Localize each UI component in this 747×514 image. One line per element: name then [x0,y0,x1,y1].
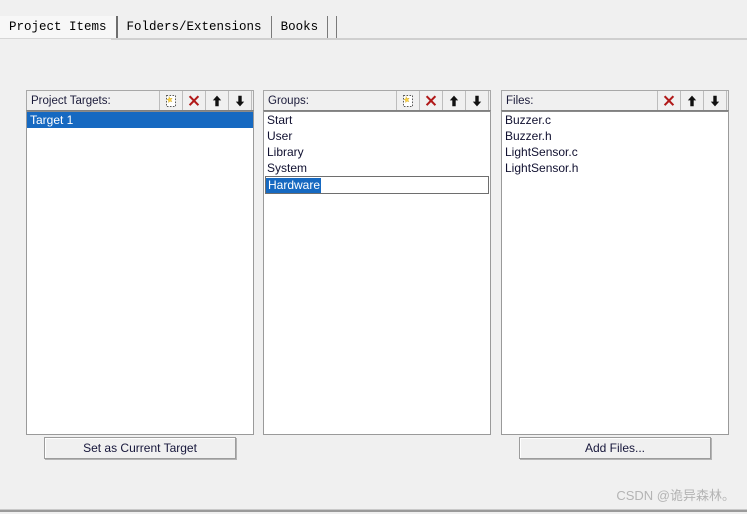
arrow-down-icon[interactable] [465,91,489,110]
list-item-label: LightSensor.h [505,161,579,175]
arrow-up-icon[interactable] [442,91,466,110]
tab-project-items[interactable]: Project Items [0,16,118,38]
project-targets-header: Project Targets: [26,90,254,110]
list-item-label: System [267,161,308,175]
list-item-label: LightSensor.c [505,145,578,159]
files-panel: Files: Buzzer.c Buzzer.h LightSensor.c L… [501,90,729,435]
group-rename-input[interactable]: Hardware [265,176,489,194]
list-item[interactable]: Buzzer.h [502,128,728,144]
add-files-button[interactable]: Add Files... [519,437,711,459]
list-item[interactable]: Target 1 [27,112,253,128]
groups-panel: Groups: Start User Library System Hardwa… [263,90,491,435]
new-item-icon[interactable] [159,91,183,110]
files-label: Files: [506,94,534,107]
list-item[interactable]: LightSensor.c [502,144,728,160]
list-item[interactable]: User [264,128,490,144]
files-list[interactable]: Buzzer.c Buzzer.h LightSensor.c LightSen… [501,110,729,435]
list-item-label: Target 1 [30,113,74,127]
files-toolbar [657,91,727,110]
list-item-label: Buzzer.h [505,129,552,143]
delete-icon[interactable] [419,91,443,110]
project-targets-list[interactable]: Target 1 [26,110,254,435]
list-item-label: Start [267,113,293,127]
groups-toolbar [396,91,489,110]
project-targets-panel: Project Targets: Target 1 [26,90,254,435]
tab-page-edge [111,38,747,40]
watermark-text: CSDN @诡异森林。 [616,488,735,503]
list-item-label: Buzzer.c [505,113,552,127]
arrow-up-icon[interactable] [680,91,704,110]
tab-folders-extensions[interactable]: Folders/Extensions [117,16,272,38]
groups-list[interactable]: Start User Library System Hardware [263,110,491,435]
list-item-label: Library [267,145,304,159]
new-item-icon[interactable] [396,91,420,110]
tab-label: Project Items [9,20,107,34]
button-label: Add Files... [584,441,646,455]
list-item[interactable]: LightSensor.h [502,160,728,176]
list-item[interactable]: Library [264,144,490,160]
list-item-label: User [267,129,293,143]
tab-label: Folders/Extensions [126,20,262,34]
tab-list: Project Items Folders/Extensions Books [0,16,338,38]
set-as-current-target-button[interactable]: Set as Current Target [44,437,236,459]
groups-label: Groups: [268,94,309,107]
group-rename-value: Hardware [266,177,322,193]
list-item[interactable]: Buzzer.c [502,112,728,128]
tab-overflow-spacer [328,16,338,38]
arrow-up-icon[interactable] [205,91,229,110]
button-label: Set as Current Target [83,441,197,455]
tab-strip: Project Items Folders/Extensions Books [0,0,747,43]
project-targets-label: Project Targets: [31,94,111,107]
list-item[interactable]: System [264,160,490,176]
arrow-down-icon[interactable] [703,91,727,110]
footer-divider [0,509,747,512]
project-targets-toolbar [159,91,252,110]
delete-icon[interactable] [657,91,681,110]
tab-label: Books [280,20,319,34]
files-header: Files: [501,90,729,110]
groups-header: Groups: [263,90,491,110]
arrow-down-icon[interactable] [228,91,252,110]
tab-books[interactable]: Books [271,16,329,38]
delete-icon[interactable] [182,91,206,110]
list-item[interactable]: Start [264,112,490,128]
